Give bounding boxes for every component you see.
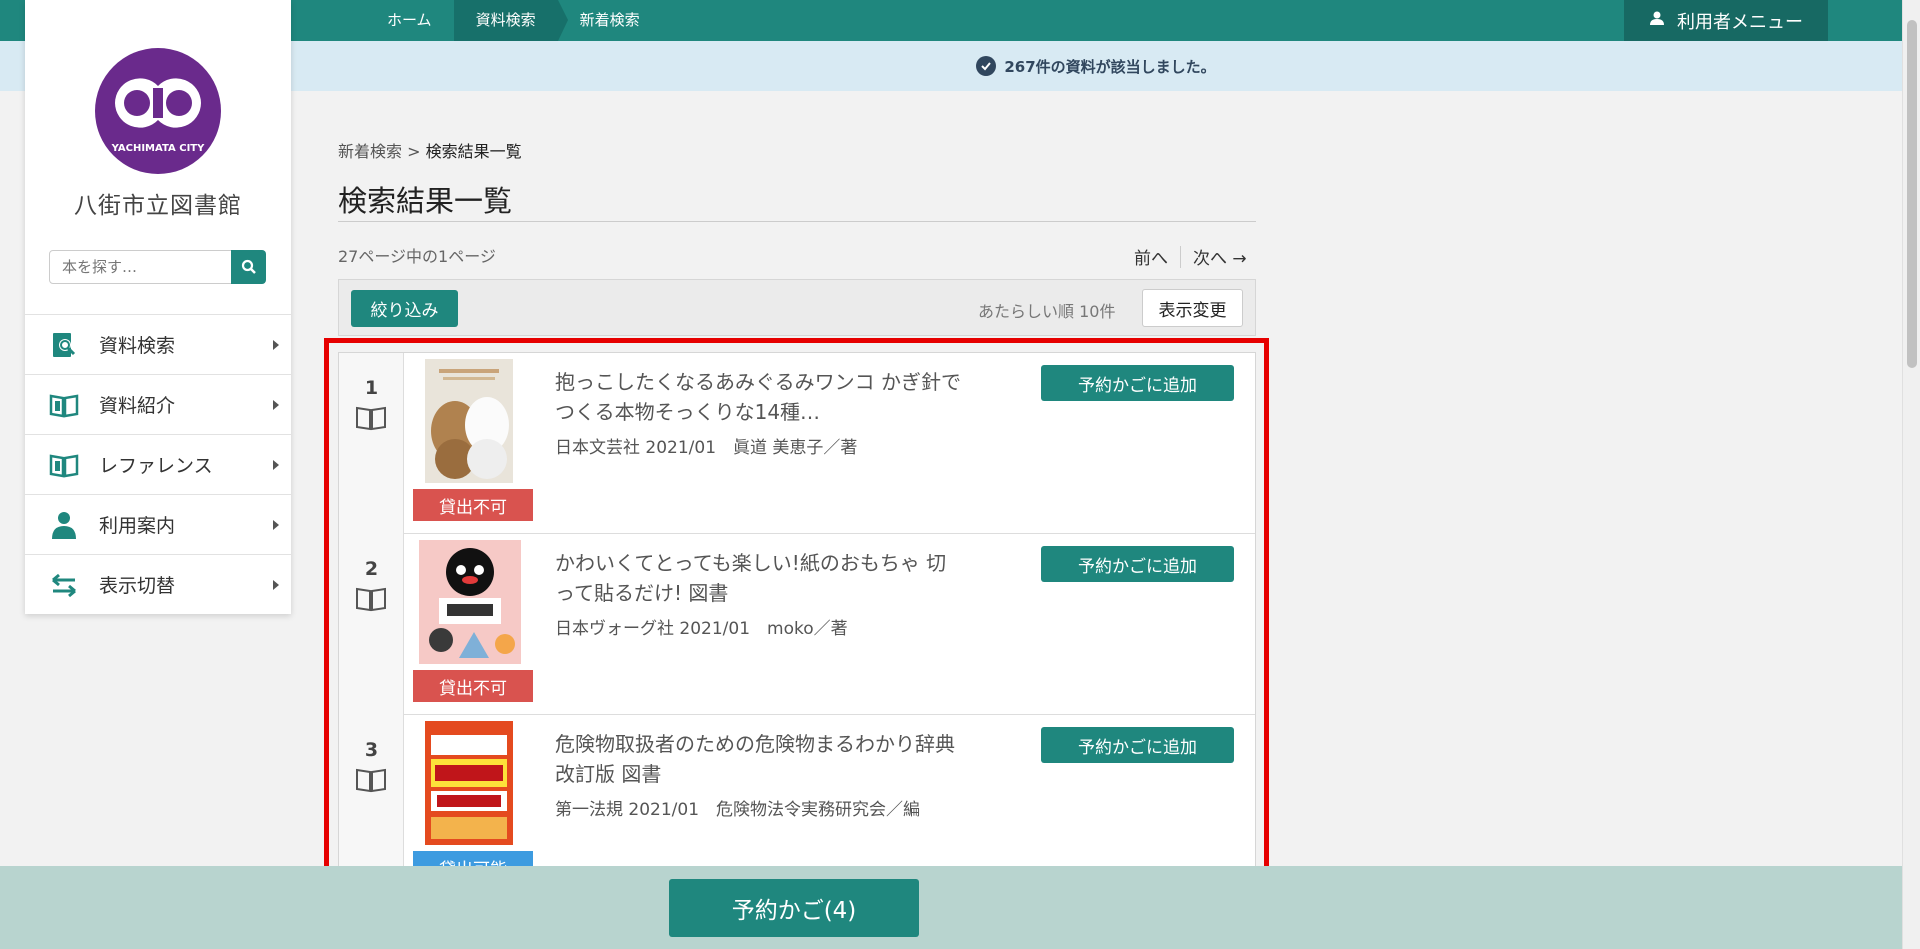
page-title: 検索結果一覧 xyxy=(338,184,513,218)
display-change-button[interactable]: 表示変更 xyxy=(1142,289,1243,327)
nav-search-link[interactable]: 資料検索 xyxy=(453,0,568,41)
caret-right-icon xyxy=(273,340,279,350)
vertical-scrollbar[interactable] xyxy=(1902,0,1920,949)
search-icon xyxy=(241,259,256,274)
scrollbar-thumb[interactable] xyxy=(1907,20,1917,368)
search-button[interactable] xyxy=(231,250,266,284)
user-icon xyxy=(1649,10,1665,31)
logo-caption: YACHIMATA CITY xyxy=(111,143,205,154)
breadcrumb: 新着検索 > 検索結果一覧 xyxy=(338,138,522,162)
open-book-icon xyxy=(49,390,79,420)
results-toolbar: 絞り込み あたらしい順 10件 表示変更 xyxy=(338,279,1256,336)
breadcrumb-parent-link[interactable]: 新着検索 xyxy=(338,142,402,161)
breadcrumb-separator: > xyxy=(407,142,421,161)
check-circle-icon xyxy=(976,56,997,76)
caret-right-icon xyxy=(273,400,279,410)
sidebar-item-label: 表示切替 xyxy=(99,575,176,597)
city-emblem-icon xyxy=(115,78,201,128)
sidebar-item-label: レファレンス xyxy=(99,455,213,477)
open-book-icon xyxy=(49,450,79,480)
caret-right-icon xyxy=(273,520,279,530)
sidebar-item-search[interactable]: 資料検索 xyxy=(25,314,291,374)
sidebar-item-label: 利用案内 xyxy=(99,515,176,537)
caret-right-icon xyxy=(273,580,279,590)
divider xyxy=(338,221,1256,222)
prev-page-link[interactable]: 前へ xyxy=(1134,244,1168,269)
user-icon xyxy=(49,510,79,540)
sidebar-item-label: 資料紹介 xyxy=(99,395,176,417)
sidebar-item-label: 資料検索 xyxy=(99,335,176,357)
nav-home-link[interactable]: ホーム xyxy=(365,0,454,41)
pager-divider xyxy=(1180,245,1181,268)
next-page-link[interactable]: 次へ → xyxy=(1193,244,1247,269)
search-book-icon xyxy=(49,330,79,360)
sidebar-item-display-toggle[interactable]: 表示切替 xyxy=(25,554,291,614)
user-menu-label: 利用者メニュー xyxy=(1677,11,1803,33)
pager: 前へ 次へ → xyxy=(1134,244,1247,269)
page-info: 27ページ中の1ページ xyxy=(338,247,496,266)
bottom-bar xyxy=(0,866,1902,949)
breadcrumb-current: 検索結果一覧 xyxy=(425,142,522,161)
city-logo[interactable]: YACHIMATA CITY xyxy=(95,48,221,174)
top-breadcrumb: ホーム 資料検索 新着検索 xyxy=(365,0,662,41)
nav-new-arrivals-link[interactable]: 新着検索 xyxy=(558,0,662,41)
sidebar-nav: 資料検索 資料紹介 レファレンス 利用案内 表示切替 xyxy=(25,314,291,614)
swap-arrows-icon xyxy=(49,570,79,600)
sidebar-item-introduction[interactable]: 資料紹介 xyxy=(25,374,291,434)
sort-label: あたらしい順 10件 xyxy=(978,302,1116,321)
reserve-basket-button[interactable]: 予約かご(4) xyxy=(669,879,919,937)
highlight-box xyxy=(324,338,1269,875)
filter-button[interactable]: 絞り込み xyxy=(351,290,458,327)
sidebar: YACHIMATA CITY 八街市立図書館 資料検索 資料紹介 レファレンス xyxy=(25,0,291,614)
library-name: 八街市立図書館 xyxy=(74,193,242,219)
caret-right-icon xyxy=(273,460,279,470)
sidebar-item-reference[interactable]: レファレンス xyxy=(25,434,291,494)
notice-text: 267件の資料が該当しました。 xyxy=(1004,57,1216,76)
sidebar-item-guide[interactable]: 利用案内 xyxy=(25,494,291,554)
user-menu-button[interactable]: 利用者メニュー xyxy=(1624,0,1828,41)
